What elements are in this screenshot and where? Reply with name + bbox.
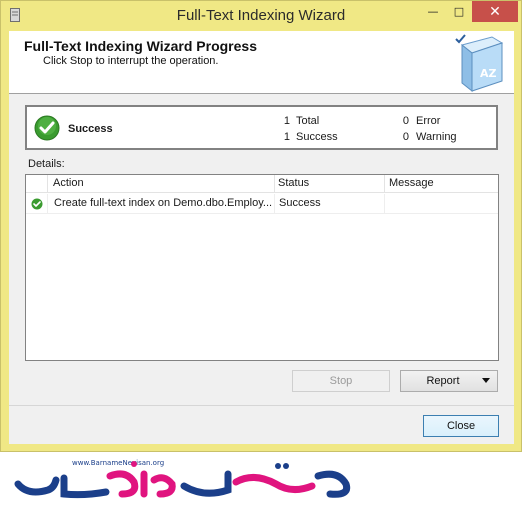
cell-separator bbox=[384, 194, 385, 214]
warning-count: 0 bbox=[402, 131, 409, 143]
window-close-button[interactable]: ✕ bbox=[472, 1, 518, 22]
report-button-label: Report bbox=[426, 375, 460, 387]
success-count: 1 bbox=[283, 131, 290, 143]
svg-text:AZ: AZ bbox=[480, 67, 497, 80]
total-label: Total bbox=[296, 115, 320, 127]
column-separator bbox=[47, 175, 48, 193]
dropdown-arrow-icon bbox=[482, 378, 490, 383]
wizard-header: Full-Text Indexing Wizard Progress Click… bbox=[9, 31, 514, 94]
grid-header: Action Status Message bbox=[26, 175, 498, 193]
page-title: Full-Text Indexing Wizard Progress bbox=[24, 38, 257, 54]
details-label: Details: bbox=[28, 158, 65, 170]
column-separator[interactable] bbox=[274, 175, 275, 193]
title-bar[interactable]: Full-Text Indexing Wizard — □ ✕ bbox=[1, 1, 521, 31]
overall-status-text: Success bbox=[68, 123, 113, 135]
stop-button[interactable]: Stop bbox=[292, 370, 390, 392]
footer-divider bbox=[9, 405, 514, 406]
maximize-button[interactable]: □ bbox=[446, 1, 472, 22]
column-header-action[interactable]: Action bbox=[53, 177, 84, 189]
success-check-icon bbox=[34, 115, 60, 141]
warning-label: Warning bbox=[416, 131, 457, 143]
table-row[interactable]: Create full-text index on Demo.dbo.Emplo… bbox=[26, 194, 498, 214]
column-separator[interactable] bbox=[384, 175, 385, 193]
cell-separator bbox=[274, 194, 275, 214]
report-button[interactable]: Report bbox=[400, 370, 498, 392]
column-header-status[interactable]: Status bbox=[278, 177, 309, 189]
status-summary-panel: Success 1 Total 1 Success 0 Error 0 Warn… bbox=[25, 105, 498, 150]
dialog-client-area: Full-Text Indexing Wizard Progress Click… bbox=[9, 31, 514, 444]
site-logo-watermark: www.BarnameNevisan.org bbox=[14, 459, 351, 499]
error-count: 0 bbox=[402, 115, 409, 127]
success-check-icon bbox=[31, 198, 43, 210]
minimize-button[interactable]: — bbox=[420, 1, 446, 22]
wizard-window: Full-Text Indexing Wizard — □ ✕ Full-Tex… bbox=[0, 0, 522, 452]
details-grid[interactable]: Action Status Message Create full-text i… bbox=[25, 174, 499, 361]
column-header-message[interactable]: Message bbox=[389, 177, 434, 189]
row-action-cell: Create full-text index on Demo.dbo.Emplo… bbox=[54, 197, 273, 209]
success-label: Success bbox=[296, 131, 338, 143]
error-label: Error bbox=[416, 115, 441, 127]
book-az-icon: AZ bbox=[455, 34, 504, 93]
row-status-cell: Success bbox=[279, 197, 321, 209]
cell-separator bbox=[47, 194, 48, 214]
page-subtitle: Click Stop to interrupt the operation. bbox=[43, 55, 219, 67]
close-button[interactable]: Close bbox=[423, 415, 499, 437]
total-count: 1 bbox=[283, 115, 290, 127]
watermark-url: www.BarnameNevisan.org bbox=[72, 459, 164, 467]
